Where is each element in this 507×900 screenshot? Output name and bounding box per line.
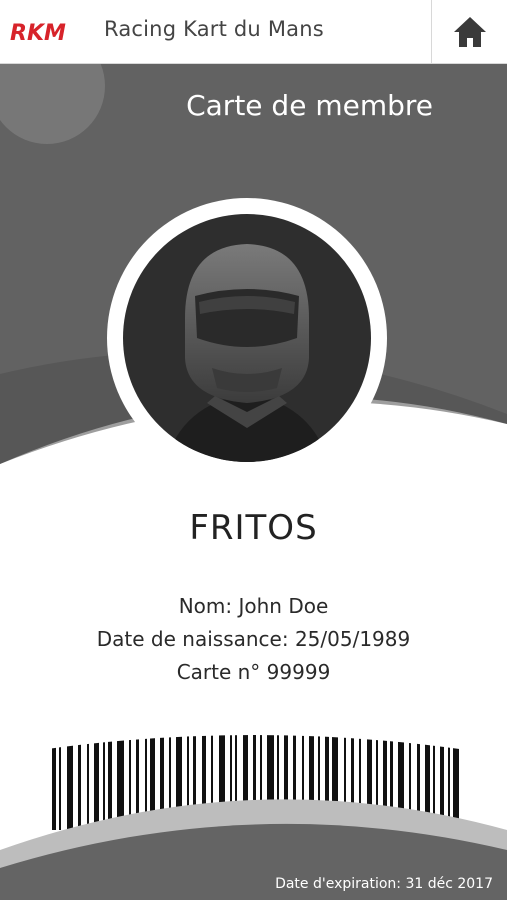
rkm-logo: RKM <box>10 21 66 45</box>
home-button[interactable] <box>431 0 507 63</box>
birth-date-line: Date de naissance: 25/05/1989 <box>96 627 411 651</box>
card-title: Carte de membre <box>186 89 433 122</box>
card-number-line: Carte n° 99999 <box>176 660 331 684</box>
app-title: Racing Kart du Mans <box>104 17 324 41</box>
helmet-avatar-icon <box>107 198 387 478</box>
home-icon <box>453 16 486 47</box>
member-name-line: Nom: John Doe <box>178 594 329 618</box>
expiry-date: Date d'expiration: 31 déc 2017 <box>275 876 493 892</box>
app-header: RKM Racing Kart du Mans <box>0 0 507 64</box>
member-name: FRITOS <box>189 508 318 548</box>
svg-text:RKM: RKM <box>10 21 66 45</box>
